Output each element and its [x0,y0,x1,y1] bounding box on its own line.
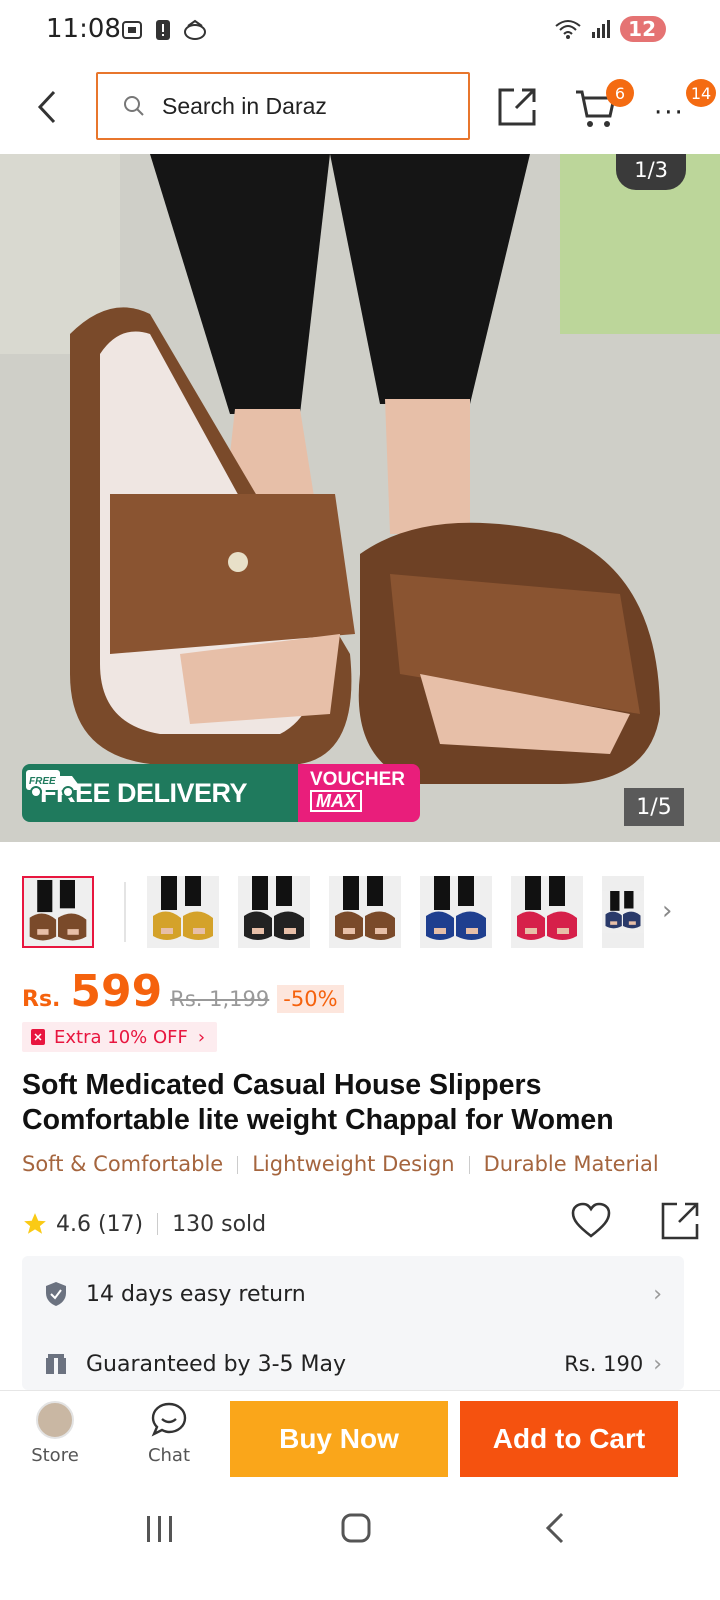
price-currency: Rs. [22,987,61,1012]
variant-thumbnail[interactable] [420,876,492,948]
highlight-item: Lightweight Design [252,1152,455,1176]
status-notification-icons [120,18,208,42]
easy-return-row[interactable]: 14 days easy return › [22,1260,684,1328]
screenshot-icon [122,21,142,39]
system-navigation-bar [0,1486,720,1600]
product-highlights: Soft & Comfortable Lightweight Design Dura… [22,1152,720,1186]
delivery-label: Guaranteed by 3-5 May [86,1351,346,1377]
battery-level: 12 [620,16,666,42]
variant-thumbnail[interactable] [147,876,219,948]
delivery-price: Rs. 190 [564,1352,644,1376]
package-icon [46,1354,66,1374]
shield-check-icon [46,1282,66,1306]
extra-off-label: Extra 10% OFF [54,1026,188,1048]
price-value: 599 [70,966,163,1017]
variant-preview-image [329,876,401,948]
variant-preview-image [147,876,219,948]
mail-icon [184,19,206,40]
search-input[interactable]: Search in Daraz [96,72,470,140]
store-avatar [36,1401,74,1439]
bottom-action-bar: Store Chat Buy Now Add to Cart [0,1390,720,1486]
variant-thumbnail[interactable] [238,876,310,948]
rating-row: 4.6 (17) 130 sold [22,1202,702,1242]
sold-count: 130 sold [172,1211,267,1237]
voucher-max-text: MAX [310,790,362,812]
variant-thumbnail[interactable] [602,876,644,948]
chat-icon [151,1402,187,1437]
status-bar: 11:08 12 [0,0,720,62]
variant-preview-image [24,880,92,946]
alert-icon [156,20,170,40]
extra-off-voucher[interactable]: Extra 10% OFF › [22,1022,218,1052]
status-time: 11:08 [46,14,121,44]
chat-label: Chat [147,1445,191,1466]
variant-thumbnail[interactable] [511,876,583,948]
variant-preview-image [511,876,583,948]
system-back-icon[interactable] [540,1510,570,1546]
chevron-right-icon: › [653,1281,662,1307]
store-button[interactable]: Store [10,1401,100,1481]
heart-icon[interactable] [570,1200,612,1242]
original-price: Rs. 1,199 [170,987,270,1011]
back-arrow-icon[interactable] [28,82,68,132]
search-placeholder: Search in Daraz [162,92,327,119]
buy-now-button[interactable]: Buy Now [230,1401,448,1477]
share-icon[interactable] [496,84,540,128]
store-label: Store [31,1445,79,1466]
add-to-cart-button[interactable]: Add to Cart [460,1401,678,1477]
variant-divider [124,882,126,942]
variant-preview-image [238,876,310,948]
home-icon[interactable] [340,1512,372,1544]
search-icon [124,96,144,116]
easy-return-label: 14 days easy return [86,1281,306,1307]
voucher-max-section: VOUCHER MAX [298,764,420,822]
free-delivery-banner: FREE FREE DELIVERY VOUCHER MAX [22,764,420,822]
more-count-badge: 14 [686,79,716,107]
variant-thumbnails: › [0,872,720,950]
product-title: Soft Medicated Casual House Slippers Com… [22,1069,614,1136]
variant-thumbnail[interactable] [329,876,401,948]
highlight-item: Soft & Comfortable [22,1152,224,1176]
wifi-icon [555,20,581,39]
service-info-card: 14 days easy return › Guaranteed by 3-5 … [22,1256,684,1390]
chevron-right-icon: › [653,1351,662,1377]
recent-apps-icon[interactable] [144,1514,176,1544]
variant-thumbnail[interactable] [22,876,94,948]
cart-count-badge: 6 [606,79,634,107]
chevron-right-icon: › [197,1026,206,1048]
free-delivery-section: FREE FREE DELIVERY [22,764,298,822]
image-counter-bottom: 1/5 [624,788,684,826]
chevron-right-icon[interactable]: › [662,896,672,926]
highlight-divider [237,1156,239,1174]
voucher-tag-icon [31,1029,45,1045]
variant-preview-image [602,891,644,933]
rating-divider [157,1213,159,1235]
delivery-truck-icon: FREE [26,770,78,798]
product-image-carousel[interactable]: 1/3 FREE FREE DELIVERY VOUCHER MAX 1/5 [0,154,720,842]
top-header: Search in Daraz 6 ··· 14 [0,62,720,154]
chat-button[interactable]: Chat [124,1401,214,1481]
image-counter-top: 1/3 [616,154,686,190]
truck-label: FREE [29,776,56,787]
variant-preview-image [420,876,492,948]
highlight-divider [468,1156,470,1174]
price-row: Rs. 599 Rs. 1,199 -50% [22,966,344,1026]
share-icon[interactable] [660,1200,702,1242]
product-photo [0,154,720,842]
status-system-icons: 12 [554,16,666,42]
voucher-text: VOUCHER [310,769,406,790]
discount-badge: -50% [277,985,344,1013]
star-icon [24,1213,46,1234]
rating-score[interactable]: 4.6 (17) [56,1212,143,1237]
highlight-item: Durable Material [483,1152,659,1176]
delivery-row[interactable]: Guaranteed by 3-5 May Rs. 190 › [22,1330,684,1398]
more-options-button[interactable]: ··· [654,98,685,128]
signal-icon [592,20,611,38]
